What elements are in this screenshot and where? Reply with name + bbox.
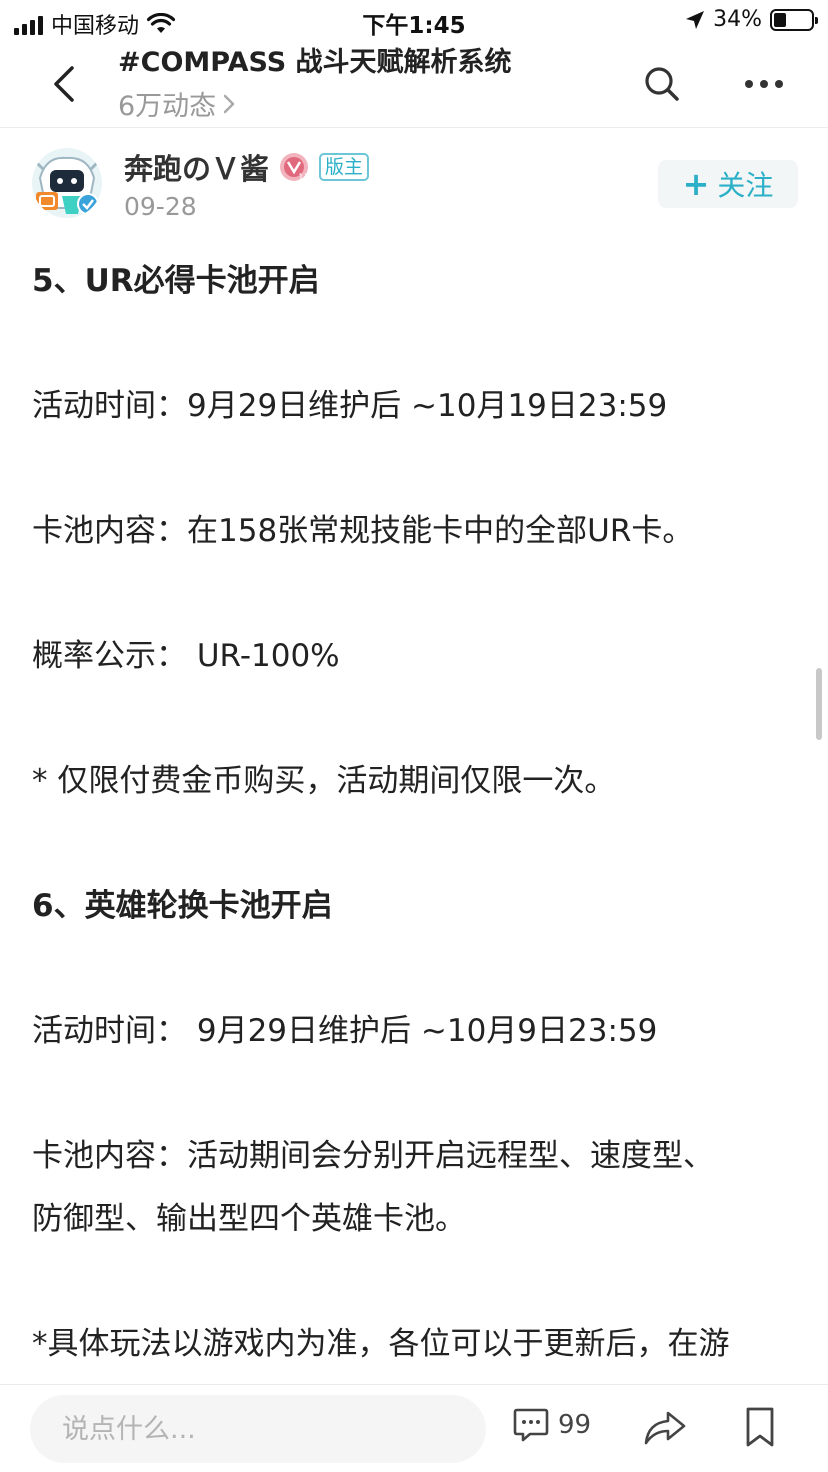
paragraph: 活动时间：9月29日维护后 ~10月19日23:59 (32, 388, 668, 424)
back-button[interactable] (40, 60, 88, 108)
bottom-bar: 99 (0, 1384, 828, 1472)
topic-activity-link[interactable]: 6万动态 (118, 84, 236, 123)
level-badge-icon: 11 (280, 153, 309, 182)
section-heading: 6、英雄轮换卡池开启 (32, 888, 333, 924)
plus-icon: + (682, 165, 710, 203)
bookmark-icon (746, 1407, 774, 1447)
follow-button[interactable]: + 关注 (658, 160, 798, 208)
status-bar: 中国移动 下午1:45 34% (0, 0, 828, 40)
paragraph: 卡池内容：活动期间会分别开启远程型、速度型、 (32, 1138, 714, 1174)
topic-activity-count: 6万动态 (118, 91, 217, 122)
avatar[interactable] (32, 148, 102, 218)
post-date: 09-28 (124, 192, 197, 221)
avatar-image (32, 148, 102, 218)
comment-input[interactable] (30, 1395, 486, 1463)
author-name[interactable]: 奔跑のＶ酱 (124, 146, 269, 188)
battery-icon (770, 8, 818, 31)
chevron-right-icon (223, 94, 235, 113)
comment-count: 99 (558, 1410, 592, 1440)
post-author-row: 奔跑のＶ酱 11 版主 09-28 + 关注 (0, 130, 828, 230)
comment-bubble-icon (513, 1408, 549, 1442)
status-right: 34% (685, 7, 818, 32)
nav-bar: #COMPASS 战斗天赋解析系统 6万动态 (0, 40, 828, 128)
battery-fill (774, 12, 786, 27)
search-button[interactable] (638, 60, 686, 108)
paragraph: 卡池内容：在158张常规技能卡中的全部UR卡。 (32, 513, 694, 549)
page-title[interactable]: #COMPASS 战斗天赋解析系统 (118, 40, 512, 79)
search-icon (645, 67, 679, 101)
author-name-row: 奔跑のＶ酱 11 版主 (124, 146, 370, 188)
moderator-badge: 版主 (319, 153, 370, 181)
share-button[interactable] (642, 1405, 688, 1451)
chevron-left-icon (54, 66, 74, 102)
follow-label: 关注 (717, 169, 774, 202)
level-badge-text: 11 (298, 173, 309, 182)
paragraph: 防御型、输出型四个英雄卡池。 (32, 1201, 466, 1237)
paragraph: * 仅限付费金币购买，活动期间仅限一次。 (32, 763, 616, 799)
section-heading: 5、UR必得卡池开启 (32, 263, 320, 299)
paragraph: *具体玩法以游戏内为准，各位可以于更新后，在游 (32, 1326, 730, 1362)
bookmark-button[interactable] (740, 1405, 780, 1451)
more-button[interactable] (738, 60, 790, 108)
location-arrow-icon (686, 10, 705, 29)
more-dots-icon (745, 80, 783, 88)
comment-button[interactable]: 99 (512, 1407, 591, 1443)
share-arrow-icon (644, 1411, 686, 1445)
paragraph: 概率公示： UR-100% (32, 638, 340, 674)
paragraph: 活动时间： 9月29日维护后 ~10月9日23:59 (32, 1013, 658, 1049)
scrollbar[interactable] (816, 668, 822, 740)
battery-percent: 34% (713, 7, 762, 32)
